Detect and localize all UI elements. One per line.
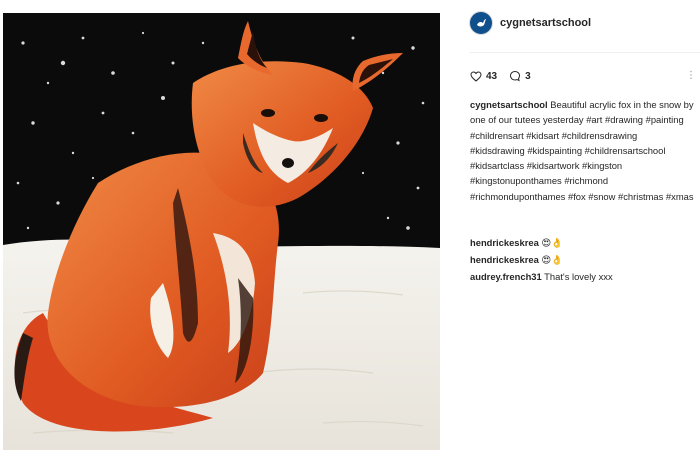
comment-username[interactable]: hendrickeskrea [470, 237, 539, 248]
post-details-panel: cygnetsartschool 43 3 ⋮ cygnetsartschool… [460, 0, 700, 449]
speech-bubble-icon [510, 70, 521, 82]
comment-text: That's lovely xxx [544, 271, 613, 282]
comment-list: hendrickeskrea 😍👌 hendrickeskrea 😍👌 audr… [470, 234, 694, 285]
header-divider [470, 52, 700, 53]
post-author-username[interactable]: cygnetsartschool [500, 17, 591, 29]
like-button[interactable]: 43 [470, 71, 497, 82]
comment-item: hendrickeskrea 😍👌 [470, 234, 694, 251]
comment-text: 😍👌 [541, 254, 563, 265]
comment-username[interactable]: audrey.french31 [470, 271, 542, 282]
swan-logo-icon [477, 19, 486, 27]
avatar[interactable] [470, 12, 492, 34]
likes-count: 43 [486, 70, 498, 82]
comments-count: 3 [525, 70, 531, 82]
post-photo[interactable] [3, 13, 440, 450]
action-bar: 43 3 [470, 70, 543, 82]
caption-username[interactable]: cygnetsartschool [470, 99, 548, 110]
heart-outline-icon [470, 70, 482, 82]
comment-item: audrey.french31 That's lovely xxx [470, 268, 694, 285]
fox-painting [3, 13, 440, 450]
post-caption: cygnetsartschool Beautiful acrylic fox i… [470, 97, 694, 204]
comment-item: hendrickeskrea 😍👌 [470, 251, 694, 268]
caption-text: Beautiful acrylic fox in the snow by one… [470, 99, 694, 202]
ellipsis-icon[interactable]: ⋮ [686, 70, 696, 81]
comment-text: 😍👌 [541, 237, 563, 248]
comment-username[interactable]: hendrickeskrea [470, 254, 539, 265]
comment-button[interactable]: 3 [509, 70, 531, 82]
post-header: cygnetsartschool [470, 12, 591, 34]
